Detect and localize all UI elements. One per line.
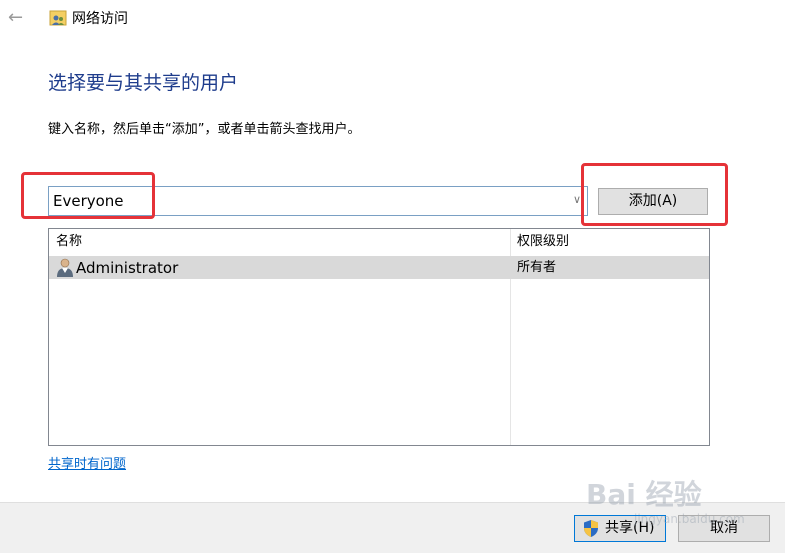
list-item-permission[interactable]: 所有者 [517, 259, 556, 277]
list-item[interactable]: Administrator 所有者 [49, 256, 709, 279]
annotation-highlight-add-button [581, 163, 728, 226]
watermark-url: jingyan.baidu.com [634, 512, 745, 526]
annotation-highlight-input [21, 172, 155, 219]
list-header: 名称 权限级别 [49, 229, 709, 254]
sharing-help-link[interactable]: 共享时有问题 [48, 456, 126, 474]
page-heading: 选择要与其共享的用户 [48, 72, 239, 94]
title-bar: ← 网络访问 [0, 0, 785, 40]
user-icon [57, 258, 73, 277]
instruction-text: 键入名称，然后单击“添加”，或者单击箭头查找用户。 [48, 122, 361, 137]
list-item-name: Administrator [76, 259, 179, 277]
watermark-logo-text: Bai 经验 [586, 478, 702, 511]
user-list-view[interactable]: 名称 权限级别 Administrator 所有者 [48, 228, 710, 446]
column-header-permission[interactable]: 权限级别 [517, 234, 569, 250]
back-arrow-icon[interactable]: ← [8, 6, 23, 30]
chevron-down-icon[interactable]: ∨ [573, 193, 581, 206]
baidu-watermark: Bai 经验 jingyan.baidu.com [586, 478, 776, 538]
column-header-name[interactable]: 名称 [56, 234, 82, 250]
network-users-icon [49, 10, 67, 26]
window-title: 网络访问 [72, 11, 128, 27]
